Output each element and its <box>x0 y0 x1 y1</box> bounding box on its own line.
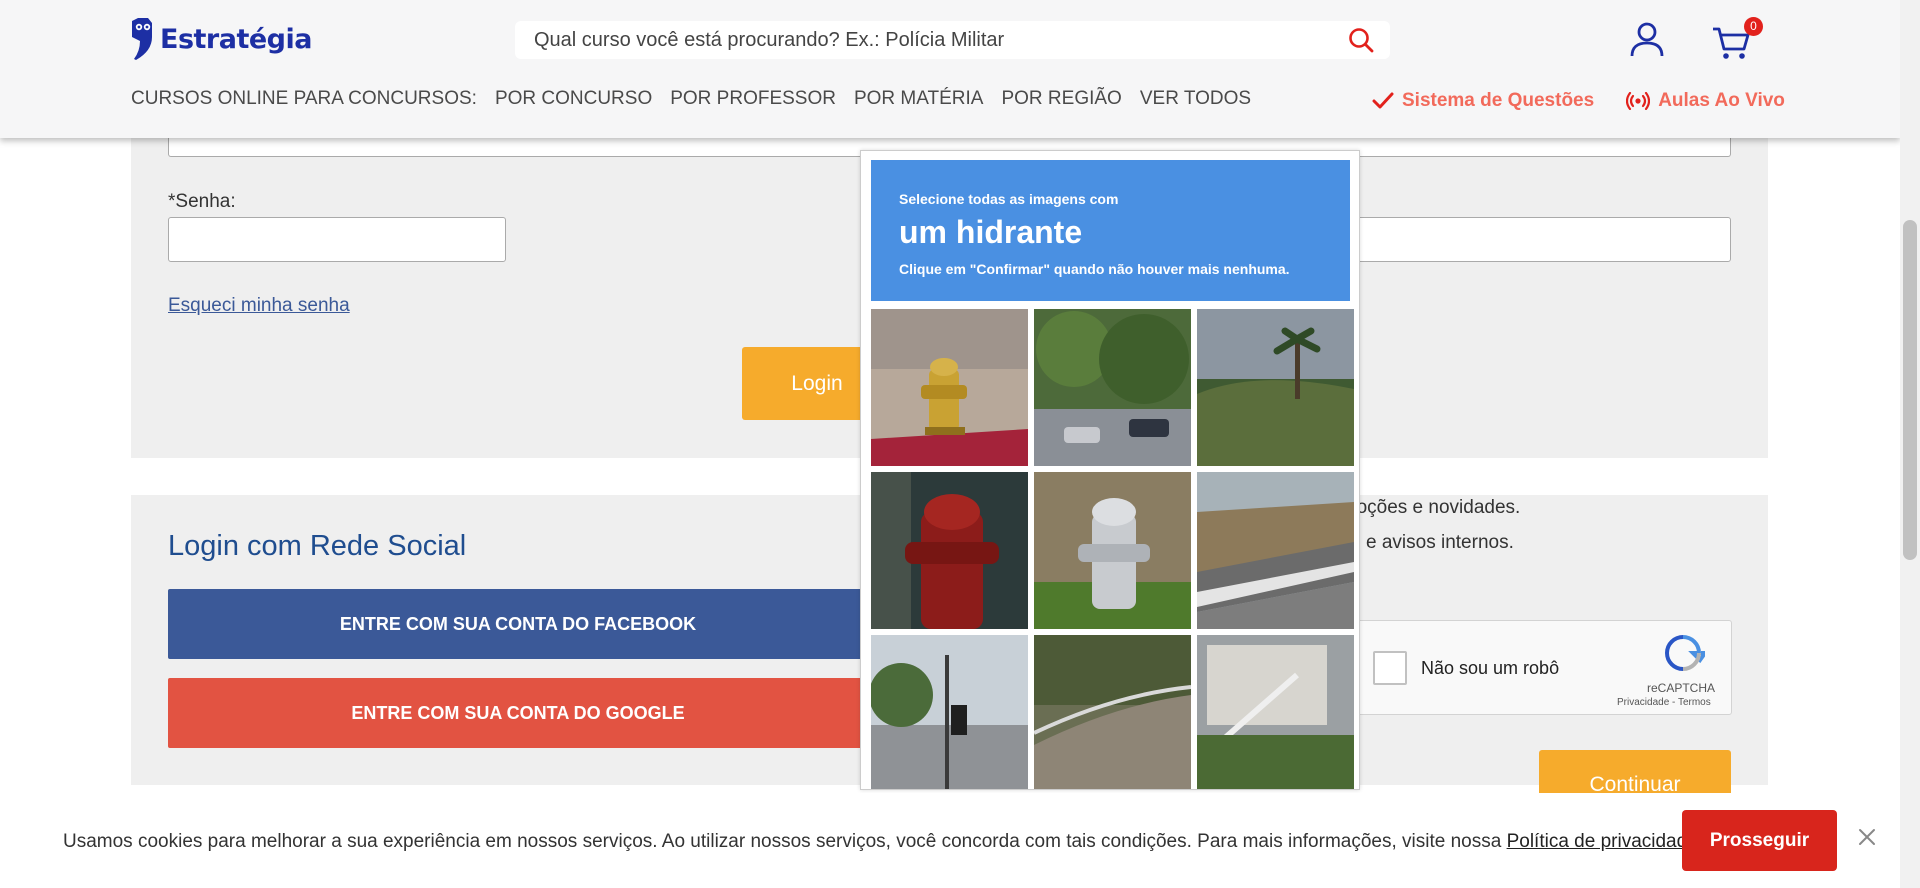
tile-image-traffic-light <box>871 635 1028 789</box>
site-logo[interactable]: Estratégia <box>130 16 312 62</box>
checkmark-icon <box>1372 92 1394 109</box>
tile-image-highway <box>1197 472 1354 629</box>
password-field[interactable] <box>168 217 506 262</box>
facebook-login-button[interactable]: ENTRE COM SUA CONTA DO FACEBOOK <box>168 589 868 659</box>
recaptcha-label: Não sou um robô <box>1421 658 1560 678</box>
scrollbar-thumb[interactable] <box>1903 220 1917 560</box>
register-field[interactable] <box>1346 217 1731 262</box>
tile-image-yellow-hydrant <box>871 309 1028 466</box>
option-promocoes-text: noções e novidades. <box>1346 497 1521 518</box>
captcha-tile-3[interactable] <box>1197 309 1354 466</box>
aulas-ao-vivo-label: Aulas Ao Vivo <box>1658 90 1785 111</box>
user-account-icon[interactable] <box>1628 20 1666 58</box>
header-links: Sistema de Questões Aulas Ao Vivo <box>1372 90 1785 112</box>
recaptcha-logo-icon <box>1664 635 1705 671</box>
tile-image-red-hydrant <box>871 472 1028 629</box>
forgot-password-link[interactable]: Esqueci minha senha <box>168 295 350 317</box>
challenge-target: um hidrante <box>899 214 1083 250</box>
search-icon[interactable] <box>1347 26 1375 54</box>
tile-image-palm-hills <box>1197 309 1354 466</box>
cart-count-badge: 0 <box>1744 17 1763 36</box>
challenge-instructions: Selecione todas as imagens com um hidran… <box>871 160 1350 301</box>
logo-text: Estratégia <box>160 23 312 55</box>
google-login-button[interactable]: ENTRE COM SUA CONTA DO GOOGLE <box>168 678 868 748</box>
tile-image-house-stairs <box>1197 635 1354 789</box>
nav-item-por-materia[interactable]: POR MATÉRIA <box>854 88 984 114</box>
password-label: *Senha: <box>168 191 236 212</box>
cart-button[interactable]: 0 <box>1710 17 1763 61</box>
social-login-title: Login com Rede Social <box>168 530 467 562</box>
aulas-ao-vivo-link[interactable]: Aulas Ao Vivo <box>1626 90 1785 112</box>
recaptcha-brand: reCAPTCHA <box>1647 681 1716 695</box>
tile-image-tree-parking <box>1034 309 1191 466</box>
close-icon[interactable] <box>1855 825 1879 849</box>
nav-item-por-concurso[interactable]: POR CONCURSO <box>495 88 652 114</box>
nav-item-por-regiao[interactable]: POR REGIÃO <box>1001 88 1121 114</box>
owl-icon <box>132 18 152 60</box>
captcha-tile-8[interactable] <box>1034 635 1191 789</box>
page-scrollbar[interactable] <box>1900 0 1920 888</box>
sistema-questoes-link[interactable]: Sistema de Questões <box>1372 90 1594 112</box>
captcha-tile-4[interactable] <box>871 472 1028 629</box>
nav-item-por-professor[interactable]: POR PROFESSOR <box>670 88 836 114</box>
tile-image-silver-hydrant <box>1034 472 1191 629</box>
site-header: Estratégia 0 CURSOS ONLINE PARA CONCURSO… <box>0 0 1900 138</box>
search-bar <box>515 21 1390 59</box>
captcha-tile-6[interactable] <box>1197 472 1354 629</box>
nav-item-ver-todos[interactable]: VER TODOS <box>1140 88 1251 114</box>
cookie-text: Usamos cookies para melhorar a sua exper… <box>63 831 1703 853</box>
captcha-tile-7[interactable] <box>871 635 1028 789</box>
captcha-tile-9[interactable] <box>1197 635 1354 789</box>
captcha-challenge-popup: Selecione todas as imagens com um hidran… <box>860 150 1360 790</box>
sistema-questoes-label: Sistema de Questões <box>1402 90 1595 111</box>
tile-image-curved-road <box>1034 635 1191 789</box>
cookie-accept-button[interactable]: Prosseguir <box>1682 810 1837 871</box>
captcha-tile-5[interactable] <box>1034 472 1191 629</box>
captcha-tile-2[interactable] <box>1034 309 1191 466</box>
search-input[interactable] <box>515 21 1335 59</box>
privacy-policy-link[interactable]: Política de privacidade <box>1507 831 1698 852</box>
captcha-tile-1[interactable] <box>871 309 1028 466</box>
nav-label-cursos: CURSOS ONLINE PARA CONCURSOS: <box>131 88 477 109</box>
cookie-banner: Usamos cookies para melhorar a sua exper… <box>0 793 1900 888</box>
recaptcha-checkbox[interactable] <box>1373 651 1407 685</box>
option-avisos-text: e avisos internos. <box>1366 532 1514 553</box>
recaptcha-terms[interactable]: Privacidade - Termos <box>1617 697 1711 708</box>
main-nav: CURSOS ONLINE PARA CONCURSOS: POR CONCUR… <box>131 88 1251 114</box>
recaptcha-widget: Não sou um robô reCAPTCHA Privacidade - … <box>1346 620 1732 715</box>
challenge-line3: Clique em "Confirmar" quando não houver … <box>899 261 1290 277</box>
cookie-message: Usamos cookies para melhorar a sua exper… <box>63 831 1507 852</box>
challenge-line1: Selecione todas as imagens com <box>899 191 1119 207</box>
live-broadcast-icon <box>1626 92 1651 110</box>
